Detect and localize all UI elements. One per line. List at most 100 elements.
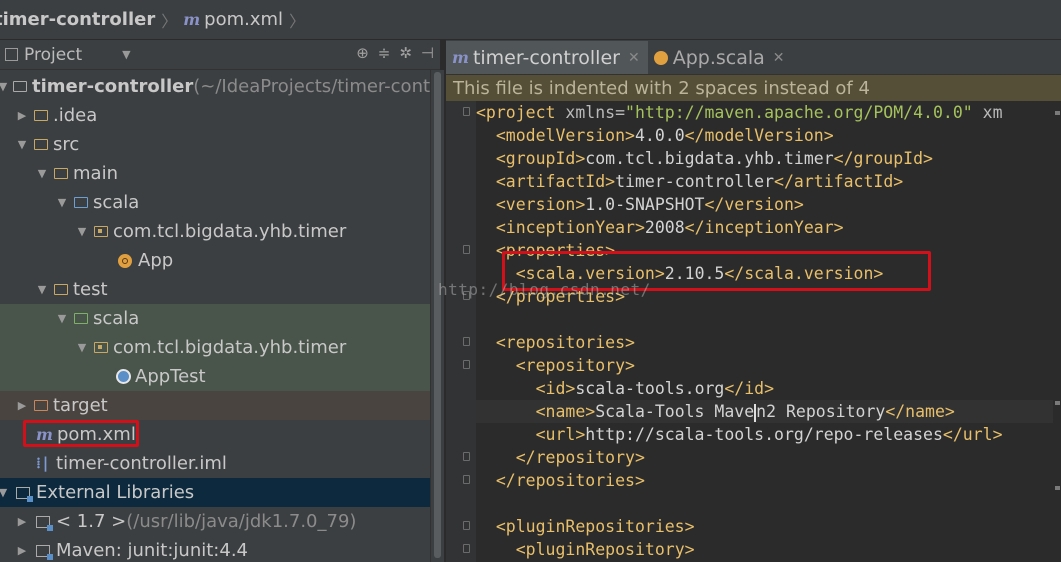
breadcrumb-file[interactable]: m pom.xml — [183, 9, 283, 30]
source-folder-icon — [74, 197, 88, 208]
xml-tag: <project — [476, 103, 556, 122]
tree-item-main[interactable]: ▼ main — [0, 159, 430, 188]
scrollbar-marker[interactable] — [1055, 111, 1060, 115]
tree-item-label: External Libraries — [36, 482, 195, 503]
collapse-all-icon[interactable]: ≑ — [378, 44, 391, 62]
code-line: <artifactId>timer-controller</artifactId… — [495, 172, 904, 191]
scala-object-icon — [653, 50, 668, 65]
tab-app-scala[interactable]: App.scala ✕ — [648, 41, 793, 74]
breadcrumb-file-label[interactable]: pom.xml — [204, 9, 283, 30]
tree-item-apptest[interactable]: AppTest — [0, 362, 430, 391]
tree-item-timer-controller[interactable]: ▼ timer-controller (~/IdeaProjects/timer… — [0, 72, 430, 101]
code-line: <modelVersion>4.0.0</modelVersion> — [495, 126, 834, 145]
fold-marker-icon[interactable] — [463, 245, 470, 254]
code-line: <pluginRepositories> — [495, 517, 695, 536]
library-icon — [16, 486, 33, 502]
close-icon[interactable]: ✕ — [628, 50, 640, 66]
fold-marker-icon[interactable] — [463, 291, 470, 300]
test-folder-icon — [74, 313, 88, 324]
code-line: </repository> — [515, 448, 645, 467]
code-line: <id>scala-tools.org</id> — [535, 379, 775, 398]
editor-gutter[interactable] — [446, 101, 476, 562]
collapse-arrow-icon[interactable]: ▶ — [16, 109, 28, 122]
tree-item-path: (/usr/lib/java/jdk1.7.0_79) — [126, 511, 357, 532]
tree-item-target[interactable]: ▶ target — [0, 391, 430, 420]
excluded-folder-icon — [34, 400, 48, 411]
fold-marker-icon[interactable] — [463, 521, 470, 530]
folder-icon — [54, 168, 68, 179]
tree-item-path: (~/IdeaProjects/timer-contro — [193, 76, 430, 97]
scrollbar-marker[interactable] — [1055, 486, 1060, 490]
expand-arrow-icon[interactable]: ▼ — [56, 312, 68, 325]
code-editor[interactable]: <project xmlns="http://maven.apache.org/… — [476, 101, 1061, 562]
tree-item-external-libraries[interactable]: ▼ External Libraries — [0, 478, 430, 507]
close-icon[interactable]: ✕ — [773, 50, 785, 66]
expand-arrow-icon[interactable]: ▼ — [16, 138, 28, 151]
collapse-arrow-icon[interactable]: ▶ — [16, 544, 28, 557]
expand-arrow-icon[interactable]: ▼ — [76, 225, 88, 238]
fold-marker-icon[interactable] — [463, 475, 470, 484]
tree-item-label: AppTest — [135, 366, 206, 387]
tree-item-jdk[interactable]: ▶ < 1.7 > (/usr/lib/java/jdk1.7.0_79) — [0, 507, 430, 536]
collapse-arrow-icon[interactable]: ▶ — [16, 515, 28, 528]
project-scrollbar[interactable] — [430, 70, 444, 562]
tree-item-label: scala — [93, 192, 140, 213]
module-folder-icon — [13, 81, 27, 92]
tree-item-app[interactable]: App — [0, 246, 430, 275]
code-line: <project xmlns="http://maven.apache.org/… — [476, 101, 1003, 124]
tab-label: App.scala — [672, 46, 765, 69]
xml-attr: xmlns= — [555, 103, 626, 122]
fold-marker-icon[interactable] — [463, 452, 470, 461]
editor-tabs: m timer-controller ✕ App.scala ✕ — [446, 40, 1061, 75]
tree-item-test-package[interactable]: ▼ com.tcl.bigdata.yhb.timer — [0, 333, 430, 362]
chevron-down-icon[interactable]: ▼ — [122, 48, 130, 61]
expand-arrow-icon[interactable]: ▼ — [36, 283, 48, 296]
breadcrumb-separator: 〉 — [161, 11, 178, 31]
fold-marker-icon[interactable] — [463, 360, 470, 369]
expand-arrow-icon[interactable]: ▼ — [0, 486, 9, 499]
scrollbar-thumb[interactable] — [434, 72, 441, 558]
folder-icon — [54, 284, 68, 295]
tree-item-test[interactable]: ▼ test — [0, 275, 430, 304]
code-line: <url>http://scala-tools.org/repo-release… — [535, 425, 1003, 444]
tree-item-label: src — [53, 134, 80, 155]
module-file-icon: ⁞| — [36, 454, 51, 472]
fold-marker-icon[interactable] — [463, 544, 470, 553]
tree-item-test-scala[interactable]: ▼ scala — [0, 304, 430, 333]
code-line: </repositories> — [495, 471, 645, 490]
scala-object-icon — [118, 253, 132, 268]
collapse-arrow-icon[interactable]: ▶ — [16, 399, 28, 412]
hide-panel-icon[interactable]: ⊣ — [421, 44, 434, 62]
breadcrumb: timer-controller 〉 m pom.xml 〉 — [0, 0, 1061, 40]
code-line: <groupId>com.tcl.bigdata.yhb.timer</grou… — [495, 149, 933, 168]
tree-item-src[interactable]: ▼ src — [0, 130, 430, 159]
jdk-icon — [36, 515, 53, 531]
tab-timer-controller[interactable]: m timer-controller ✕ — [446, 41, 648, 74]
project-tree: ▼ timer-controller (~/IdeaProjects/timer… — [0, 70, 430, 562]
scroll-from-source-icon[interactable]: ⊕ — [356, 44, 369, 62]
expand-arrow-icon[interactable]: ▼ — [36, 167, 48, 180]
expand-arrow-icon[interactable]: ▼ — [76, 341, 88, 354]
tree-item-iml[interactable]: ⁞| timer-controller.iml — [0, 449, 430, 478]
tree-item-main-package[interactable]: ▼ com.tcl.bigdata.yhb.timer — [0, 217, 430, 246]
gear-icon[interactable]: ✲ — [399, 44, 412, 62]
tree-item-label: com.tcl.bigdata.yhb.timer — [113, 337, 347, 358]
tree-item-idea[interactable]: ▶ .idea — [0, 101, 430, 130]
project-view-icon — [5, 48, 18, 61]
fold-marker-icon[interactable] — [463, 337, 470, 346]
tree-item-label: timer-controller.iml — [56, 453, 227, 474]
expand-arrow-icon[interactable]: ▼ — [0, 80, 9, 93]
editor-scrollbar[interactable] — [1053, 101, 1061, 562]
breadcrumb-project-label[interactable]: timer-controller — [0, 9, 155, 30]
tree-item-label: test — [73, 279, 108, 300]
fold-marker-icon[interactable] — [463, 107, 470, 116]
project-panel-tools: ⊕ ≑ ✲ ⊣ — [356, 44, 434, 62]
breadcrumb-project[interactable]: timer-controller — [0, 9, 155, 30]
code-line: <pluginRepository> — [515, 540, 695, 559]
expand-arrow-icon[interactable]: ▼ — [56, 196, 68, 209]
library-icon — [36, 544, 53, 560]
tree-item-main-scala[interactable]: ▼ scala — [0, 188, 430, 217]
project-panel-title[interactable]: Project — [24, 45, 82, 65]
scrollbar-marker[interactable] — [1055, 401, 1060, 405]
tree-item-junit[interactable]: ▶ Maven: junit:junit:4.4 — [0, 536, 430, 562]
